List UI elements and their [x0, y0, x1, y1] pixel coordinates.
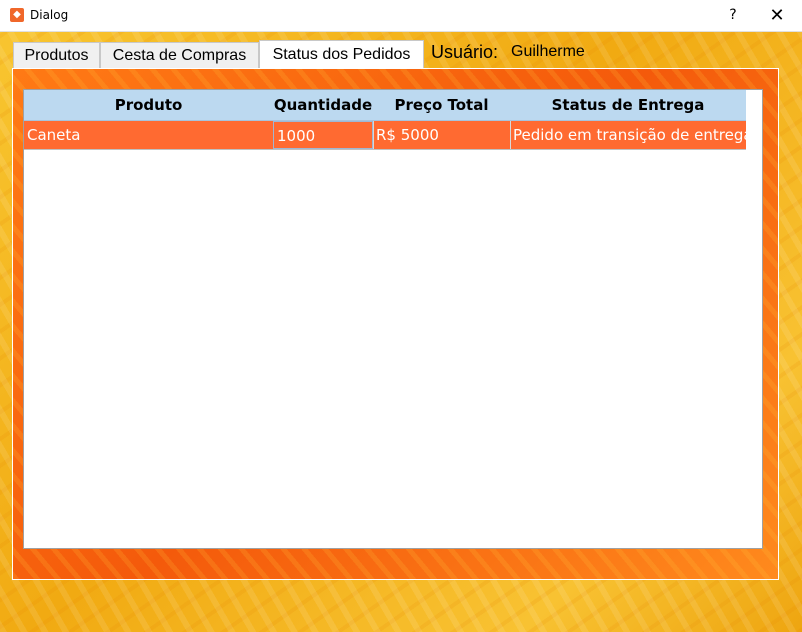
cell-status-de-entrega[interactable]: Pedido em transição de entrega	[510, 121, 753, 149]
close-button[interactable]: ✕	[754, 0, 800, 31]
column-header-produto[interactable]: Produto	[24, 90, 273, 120]
tab-produtos[interactable]: Produtos	[13, 42, 100, 68]
tab-status-dos-pedidos[interactable]: Status dos Pedidos	[259, 40, 424, 69]
help-button[interactable]: ?	[710, 0, 756, 31]
cell-quantidade[interactable]: 1000	[273, 121, 373, 149]
column-divider	[510, 121, 511, 149]
cell-produto[interactable]: Caneta	[24, 121, 273, 149]
app-icon: ◆	[10, 8, 24, 22]
table-row[interactable]: Caneta 1000 R$ 5000 Pedido em transição …	[24, 121, 753, 150]
tab-cesta-de-compras[interactable]: Cesta de Compras	[100, 42, 259, 68]
user-name: Guilherme	[511, 43, 585, 60]
orders-table[interactable]: Produto Quantidade Preço Total Status de…	[23, 89, 763, 549]
window-title: Dialog	[30, 8, 69, 22]
user-label: Usuário:	[431, 42, 499, 62]
table-header: Produto Quantidade Preço Total Status de…	[24, 90, 746, 121]
title-bar: ◆ Dialog ? ✕	[0, 0, 802, 32]
column-header-preco-total[interactable]: Preço Total	[373, 90, 510, 120]
column-divider	[373, 121, 374, 149]
column-header-status-de-entrega[interactable]: Status de Entrega	[510, 90, 746, 120]
column-header-quantidade[interactable]: Quantidade	[273, 90, 373, 120]
cell-preco-total[interactable]: R$ 5000	[373, 121, 510, 149]
